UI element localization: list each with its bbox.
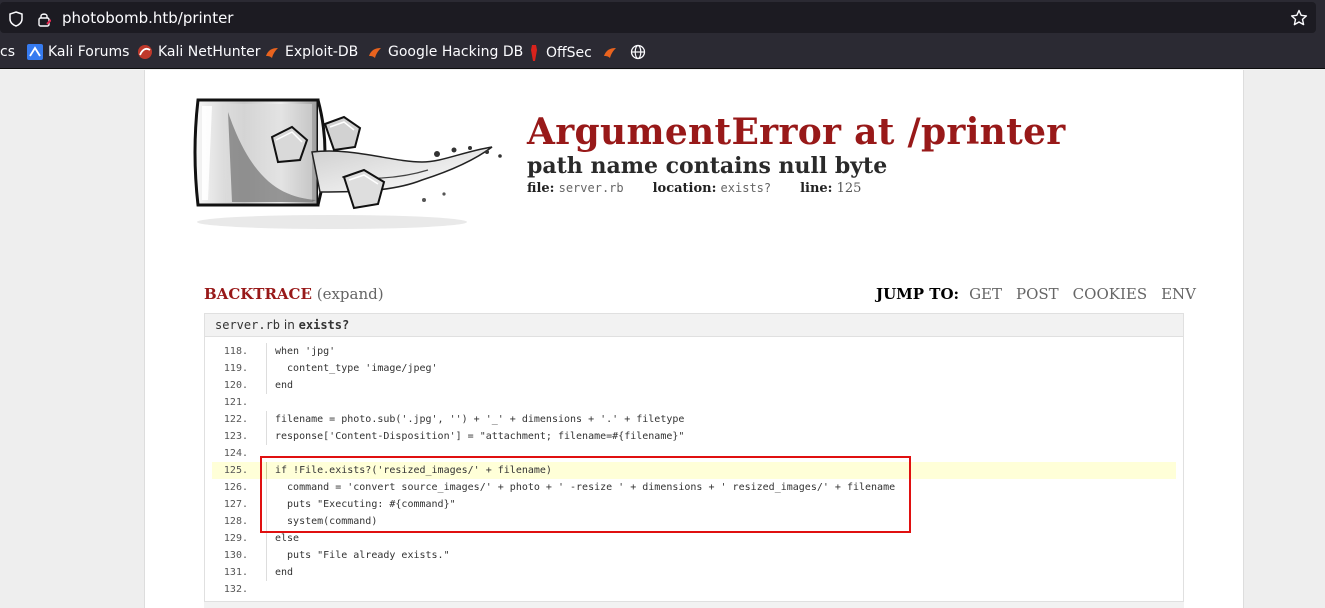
ghdb-icon xyxy=(369,48,381,58)
sinatra-glass-logo xyxy=(193,98,502,229)
error-subtitle: path name contains null byte xyxy=(527,153,888,179)
bookmark-label: Kali NetHunter xyxy=(158,44,261,60)
line-label: line: xyxy=(800,181,833,196)
offsec-icon xyxy=(531,45,537,61)
next-frame-header[interactable] xyxy=(204,601,1184,608)
line-number: 120. xyxy=(223,380,248,391)
frame-file: server.rb xyxy=(215,318,281,332)
jump-to-nav: JUMP TO: GET POST COOKIES ENV xyxy=(876,285,1210,303)
bookmark-label: Exploit-DB xyxy=(285,44,359,60)
line-number: 118. xyxy=(223,346,248,357)
location-label: location: xyxy=(652,181,717,196)
frame-header[interactable]: server.rb in exists? xyxy=(205,314,1183,337)
bookmark-kali-nethunter[interactable]: Kali NetHunter xyxy=(137,44,260,60)
code-line: 132. xyxy=(212,581,1176,598)
code-line: 121. xyxy=(212,394,1176,411)
code-text: content_type 'image/jpeg' xyxy=(266,360,438,377)
frame-in-text: in xyxy=(283,318,295,332)
bookmark-label: cs xyxy=(0,44,15,60)
url-text[interactable]: photobomb.htb/printer xyxy=(62,9,233,27)
backtrace-header: BACKTRACE (expand) xyxy=(204,285,384,303)
line-number: 125. xyxy=(223,465,248,476)
code-line: 130. puts "File already exists." xyxy=(212,547,1176,564)
error-meta: file: server.rb location: exists? line: … xyxy=(527,181,861,196)
bookmark-extra[interactable] xyxy=(602,44,618,60)
bookmark-label: OffSec xyxy=(546,45,592,61)
jump-link-env[interactable]: ENV xyxy=(1161,285,1196,303)
line-number: 122. xyxy=(223,414,248,425)
line-number: 121. xyxy=(223,397,248,408)
line-number: 128. xyxy=(223,516,248,527)
file-value: server.rb xyxy=(558,181,624,195)
globe-icon xyxy=(630,44,646,60)
code-text: end xyxy=(266,377,293,394)
code-line: 120. end xyxy=(212,377,1176,394)
line-number: 119. xyxy=(223,363,248,374)
backtrace-label: BACKTRACE xyxy=(204,285,312,303)
line-number: 126. xyxy=(223,482,248,493)
bookmarks-toolbar: cs Kali Forums Kali NetHunter Exploit-DB… xyxy=(0,36,1325,69)
bookmark-cs[interactable]: cs xyxy=(0,44,15,60)
url-bar[interactable]: photobomb.htb/printer xyxy=(0,2,1316,33)
bookmark-kali-forums[interactable]: Kali Forums xyxy=(27,44,129,60)
file-label: file: xyxy=(527,181,555,196)
kali-nethunter-icon xyxy=(138,45,152,59)
shield-icon[interactable] xyxy=(9,11,23,27)
code-line: 118. when 'jpg' xyxy=(212,343,1176,360)
code-line: 122. filename = photo.sub('.jpg', '') + '… xyxy=(212,411,1176,428)
jump-link-post[interactable]: POST xyxy=(1016,285,1059,303)
exploitdb-icon xyxy=(266,48,278,58)
bookmark-google-hacking-db[interactable]: Google Hacking DB xyxy=(367,44,523,60)
line-number: 127. xyxy=(223,499,248,510)
bookmark-globe[interactable] xyxy=(630,44,646,60)
bookmark-offsec[interactable]: OffSec xyxy=(527,44,592,62)
line-number: 130. xyxy=(223,550,248,561)
expand-link[interactable]: (expand) xyxy=(317,285,384,303)
line-number: 132. xyxy=(223,584,248,595)
browser-toolbar: photobomb.htb/printer xyxy=(0,0,1325,36)
jump-link-get[interactable]: GET xyxy=(969,285,1002,303)
code-line: 123. response['Content-Disposition'] = "a… xyxy=(212,428,1176,445)
line-number: 123. xyxy=(223,431,248,442)
bookmark-exploit-db[interactable]: Exploit-DB xyxy=(264,44,358,60)
code-text: when 'jpg' xyxy=(266,343,335,360)
kali-forums-icon xyxy=(27,44,43,60)
error-title: ArgumentError at /printer xyxy=(527,111,1066,153)
code-text: filename = photo.sub('.jpg', '') + '_' +… xyxy=(266,411,684,428)
line-value: 125 xyxy=(836,181,862,196)
code-text: response['Content-Disposition'] = "attac… xyxy=(266,428,684,445)
code-text: end xyxy=(266,564,293,581)
line-number: 124. xyxy=(223,448,248,459)
location-value: exists? xyxy=(720,181,772,195)
bookmark-label: Google Hacking DB xyxy=(388,44,524,60)
jump-link-cookies[interactable]: COOKIES xyxy=(1073,285,1147,303)
frame-title: server.rb in exists? xyxy=(215,318,349,332)
lock-warning-icon[interactable] xyxy=(37,11,51,27)
line-number: 129. xyxy=(223,533,248,544)
code-line: 131. end xyxy=(212,564,1176,581)
bookmark-label: Kali Forums xyxy=(48,44,130,60)
code-text: puts "File already exists." xyxy=(266,547,450,564)
code-line: 119. content_type 'image/jpeg' xyxy=(212,360,1176,377)
frame-method: exists? xyxy=(298,318,350,332)
exploitdb-icon xyxy=(604,48,616,58)
line-number: 131. xyxy=(223,567,248,578)
bookmark-star-icon[interactable] xyxy=(1290,9,1308,27)
annotation-highlight-box xyxy=(260,456,911,533)
jump-to-label: JUMP TO: xyxy=(876,285,960,303)
